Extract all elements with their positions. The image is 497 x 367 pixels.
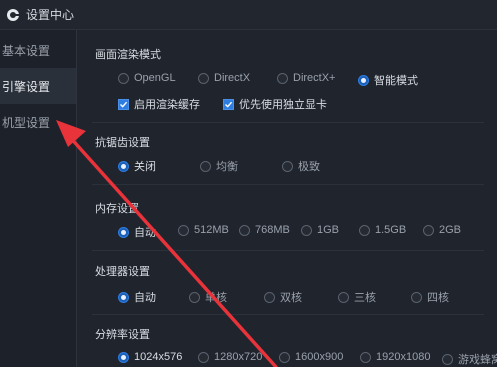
option-label: 1GB xyxy=(317,224,340,236)
sidebar-item-device[interactable]: 机型设置 xyxy=(0,104,76,140)
radio-icon xyxy=(198,351,209,363)
option-label: 四核 xyxy=(427,292,449,304)
option-label: DirectX+ xyxy=(293,72,336,84)
option-label: 单核 xyxy=(205,292,227,304)
checkbox-label: 启用渲染缓存 xyxy=(134,99,200,111)
radio-icon xyxy=(239,224,250,236)
antialias-option-balanced[interactable]: 均衡 xyxy=(200,158,238,174)
resolution-option-game-hive[interactable]: 游戏蜂窝 xyxy=(442,351,497,367)
radio-icon xyxy=(411,291,422,303)
resolution-option-1280x720[interactable]: 1280x720 xyxy=(198,351,262,363)
render-mode-title: 画面渲染模式 xyxy=(95,49,161,61)
render-option-smart[interactable]: 智能模式 xyxy=(358,72,418,88)
radio-icon xyxy=(264,291,275,303)
cpu-title: 处理器设置 xyxy=(95,266,150,278)
cpu-option-quad[interactable]: 四核 xyxy=(411,289,449,305)
window-title: 设置中心 xyxy=(26,8,75,22)
option-label: 三核 xyxy=(354,292,376,304)
radio-selected-icon xyxy=(118,351,129,363)
memory-option-2gb[interactable]: 2GB xyxy=(423,224,461,236)
option-label: 双核 xyxy=(280,292,302,304)
settings-sidebar: 基本设置 引擎设置 机型设置 xyxy=(0,30,77,367)
radio-icon xyxy=(423,224,434,236)
checkmark-icon xyxy=(223,98,234,110)
radio-icon xyxy=(442,353,453,365)
cpu-option-single[interactable]: 单核 xyxy=(189,289,227,305)
option-label: 极致 xyxy=(298,161,320,173)
render-cache-checkbox[interactable]: 启用渲染缓存 xyxy=(118,96,200,112)
option-label: 均衡 xyxy=(216,161,238,173)
resolution-option-1600x900[interactable]: 1600x900 xyxy=(279,351,343,363)
radio-icon xyxy=(198,72,209,84)
app-logo-icon xyxy=(6,8,20,22)
option-label: 1024x576 xyxy=(134,351,183,363)
radio-selected-icon xyxy=(118,291,129,303)
section-divider xyxy=(92,314,484,315)
radio-icon xyxy=(200,160,211,172)
settings-panel: 画面渲染模式 OpenGL DirectX DirectX+ 智能模式 启用渲染… xyxy=(78,30,497,367)
antialias-option-off[interactable]: 关闭 xyxy=(118,158,156,174)
option-label: 游戏蜂窝 xyxy=(458,354,497,366)
memory-option-auto[interactable]: 自动 xyxy=(118,224,156,240)
option-label: 关闭 xyxy=(134,161,156,173)
memory-option-1gb[interactable]: 1GB xyxy=(301,224,339,236)
sidebar-item-basic[interactable]: 基本设置 xyxy=(0,32,76,68)
render-option-directx-plus[interactable]: DirectX+ xyxy=(277,72,336,84)
resolution-option-1024x576[interactable]: 1024x576 xyxy=(118,351,182,363)
resolution-option-1920x1080[interactable]: 1920x1080 xyxy=(360,351,430,363)
radio-icon xyxy=(282,160,293,172)
memory-title: 内存设置 xyxy=(95,203,139,215)
dedicated-gpu-checkbox[interactable]: 优先使用独立显卡 xyxy=(223,96,327,112)
cpu-option-triple[interactable]: 三核 xyxy=(338,289,376,305)
option-label: 1.5GB xyxy=(375,224,407,236)
radio-icon xyxy=(178,224,189,236)
radio-selected-icon xyxy=(118,226,129,238)
sidebar-item-engine[interactable]: 引擎设置 xyxy=(0,68,76,104)
section-divider xyxy=(92,184,484,185)
option-label: DirectX xyxy=(214,72,251,84)
option-label: OpenGL xyxy=(134,72,176,84)
radio-icon xyxy=(189,291,200,303)
radio-icon xyxy=(359,224,370,236)
render-option-directx[interactable]: DirectX xyxy=(198,72,250,84)
option-label: 自动 xyxy=(134,227,156,239)
resolution-title: 分辨率设置 xyxy=(95,329,150,341)
sidebar-item-label: 引擎设置 xyxy=(2,79,51,94)
antialias-title: 抗锯齿设置 xyxy=(95,137,150,149)
checkmark-icon xyxy=(118,98,129,110)
sidebar-item-label: 基本设置 xyxy=(2,43,51,58)
radio-selected-icon xyxy=(358,74,369,86)
option-label: 1280x720 xyxy=(214,351,263,363)
option-label: 512MB xyxy=(194,224,229,236)
section-divider xyxy=(92,250,484,251)
memory-option-768mb[interactable]: 768MB xyxy=(239,224,290,236)
radio-icon xyxy=(338,291,349,303)
cpu-option-auto[interactable]: 自动 xyxy=(118,289,156,305)
radio-selected-icon xyxy=(118,160,129,172)
cpu-option-dual[interactable]: 双核 xyxy=(264,289,302,305)
radio-icon xyxy=(277,72,288,84)
option-label: 2GB xyxy=(439,224,462,236)
option-label: 1920x1080 xyxy=(376,351,431,363)
radio-icon xyxy=(301,224,312,236)
section-divider xyxy=(92,122,484,123)
sidebar-item-label: 机型设置 xyxy=(2,115,51,130)
memory-option-512mb[interactable]: 512MB xyxy=(178,224,229,236)
render-option-opengl[interactable]: OpenGL xyxy=(118,72,176,84)
memory-option-1-5gb[interactable]: 1.5GB xyxy=(359,224,406,236)
radio-icon xyxy=(279,351,290,363)
option-label: 智能模式 xyxy=(374,75,418,87)
radio-icon xyxy=(118,72,129,84)
antialias-option-ultimate[interactable]: 极致 xyxy=(282,158,320,174)
checkbox-label: 优先使用独立显卡 xyxy=(239,99,327,111)
option-label: 768MB xyxy=(255,224,290,236)
option-label: 自动 xyxy=(134,292,156,304)
option-label: 1600x900 xyxy=(295,351,344,363)
title-bar: 设置中心 xyxy=(0,0,497,30)
radio-icon xyxy=(360,351,371,363)
